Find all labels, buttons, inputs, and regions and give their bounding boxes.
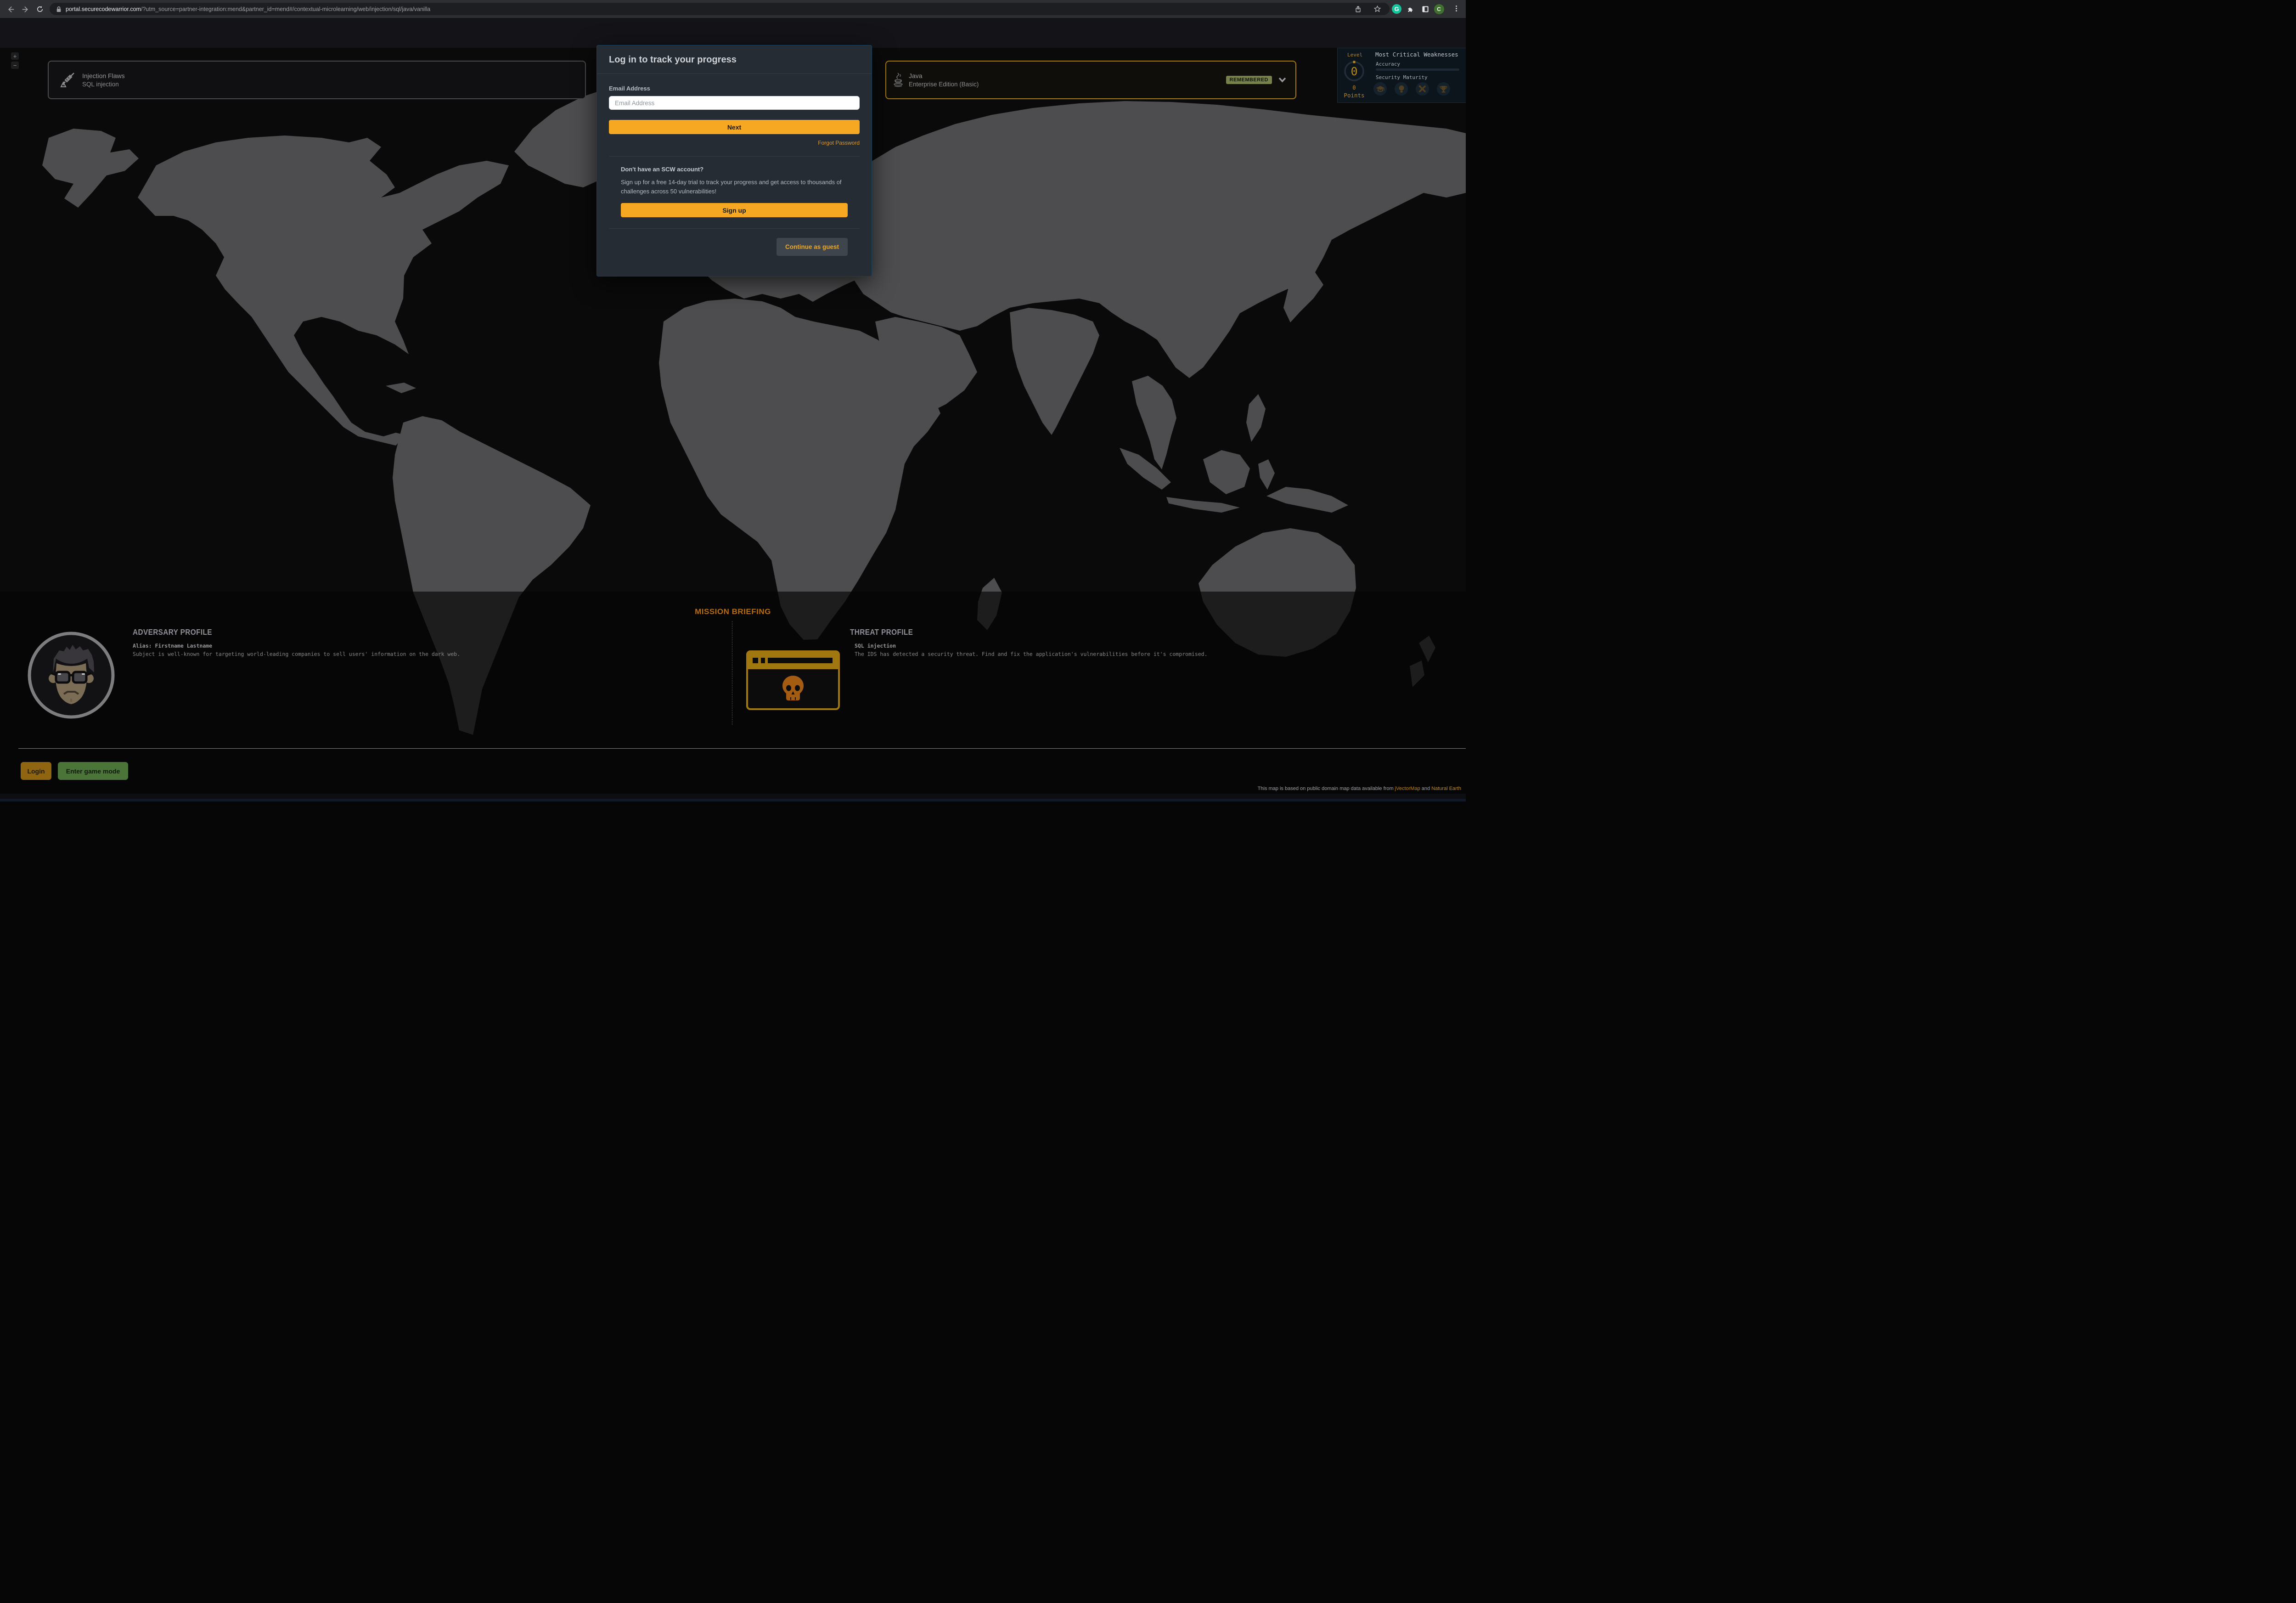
email-label: Email Address (609, 85, 860, 92)
browser-forward-button[interactable] (19, 3, 31, 15)
reload-icon (36, 6, 44, 13)
threat-icon (746, 650, 840, 712)
forward-arrow-icon (22, 6, 29, 13)
star-icon (1373, 5, 1381, 13)
login-button[interactable]: Login (21, 762, 51, 780)
back-arrow-icon (7, 6, 15, 13)
java-icon (893, 72, 903, 88)
footer-divider (18, 748, 1466, 749)
category-title: Injection Flaws (82, 72, 125, 80)
login-modal: Log in to track your progress Email Addr… (597, 45, 872, 277)
browser-menu-button[interactable] (1451, 4, 1462, 15)
share-icon (1355, 6, 1362, 13)
language-subtitle: Enterprise Edition (Basic) (909, 80, 979, 89)
threat-name: SQL injection (855, 643, 896, 649)
bookmark-button[interactable] (1372, 4, 1383, 14)
category-subtitle: SQL injection (82, 80, 125, 89)
extensions-button[interactable] (1405, 4, 1416, 14)
landmass-japan (1283, 265, 1323, 322)
maturity-badges (1373, 82, 1450, 96)
briefing-overlay (0, 592, 1466, 802)
browser-reload-button[interactable] (34, 3, 46, 15)
chevron-down-icon (1278, 77, 1286, 83)
lock-icon (56, 6, 62, 12)
url-bar[interactable]: portal.securecodewarrior.com/?utm_source… (50, 3, 1390, 15)
remembered-badge: REMEMBERED (1226, 76, 1272, 84)
page-header-band (0, 18, 1466, 48)
map-attribution: This map is based on public domain map d… (1258, 786, 1461, 791)
email-field[interactable] (609, 96, 860, 110)
landmass-sulawesi (1258, 459, 1275, 490)
maturity-label: Security Maturity (1376, 74, 1428, 80)
landmass-borneo (1203, 450, 1250, 494)
modal-title: Log in to track your progress (597, 45, 872, 74)
grammarly-icon: G (1392, 4, 1401, 14)
adversary-alias: Alias: Firstname Lastname (133, 643, 212, 649)
forgot-password-link[interactable]: Forgot Password (609, 140, 860, 146)
profile-avatar: C (1434, 4, 1444, 14)
adversary-avatar (26, 630, 116, 722)
category-panel[interactable]: Injection Flaws SQL injection (48, 61, 586, 99)
grammarly-extension-button[interactable]: G (1391, 4, 1402, 14)
mission-briefing-title: MISSION BRIEFING (0, 607, 1466, 616)
threat-description: The IDS has detected a security threat. … (855, 651, 1208, 657)
landmass-caribbean (386, 383, 416, 393)
footer-strip (0, 794, 1466, 799)
footer-strip-accent (0, 799, 1466, 802)
points-value: 0 (1338, 85, 1371, 91)
level-value: 0 (1351, 65, 1357, 78)
no-account-text: Don't have an SCW account? (621, 166, 848, 173)
level-label: Level (1347, 52, 1362, 58)
puzzle-icon (1407, 5, 1414, 13)
language-selector-panel[interactable]: Java Enterprise Edition (Basic) REMEMBER… (885, 61, 1296, 99)
continue-as-guest-button[interactable]: Continue as guest (777, 238, 848, 256)
trophy-icon (1437, 82, 1450, 96)
language-title: Java (909, 72, 979, 80)
side-panel-button[interactable] (1420, 4, 1430, 14)
lightbulb-icon (1395, 82, 1408, 96)
threat-heading: THREAT PROFILE (850, 627, 913, 637)
enter-game-mode-button[interactable]: Enter game mode (58, 762, 128, 780)
landmass-india (1010, 308, 1099, 435)
browser-profile-button[interactable]: C (1434, 4, 1444, 14)
scw-portal-page: portal.securecodewarrior.com/?utm_source… (0, 0, 1466, 802)
next-button[interactable]: Next (609, 120, 860, 134)
browser-back-button[interactable] (5, 3, 17, 15)
landmass-papua (1266, 487, 1348, 513)
map-zoom-out-button[interactable]: − (11, 62, 19, 69)
tools-icon (1416, 82, 1429, 96)
weaknesses-title: Most Critical Weaknesses (1375, 51, 1458, 58)
syringe-icon (60, 72, 75, 88)
level-ring: 0 (1343, 60, 1365, 82)
accuracy-progress-bar (1376, 68, 1459, 71)
jvectormap-link[interactable]: jVectorMap (1395, 786, 1420, 791)
graduation-cap-icon (1373, 82, 1387, 96)
adversary-description: Subject is well-known for targeting worl… (133, 651, 460, 657)
landmass-alaska (42, 129, 139, 208)
landmass-north-america (138, 135, 509, 446)
adversary-heading: ADVERSARY PROFILE (133, 627, 212, 637)
browser-toolbar: portal.securecodewarrior.com/?utm_source… (0, 0, 1466, 18)
natural-earth-link[interactable]: Natural Earth (1431, 786, 1461, 791)
landmass-java (1166, 497, 1240, 513)
sign-up-button[interactable]: Sign up (621, 203, 848, 217)
stats-panel: Level 0 0 Points Most Critical Weaknesse… (1337, 48, 1466, 103)
url-path: /?utm_source=partner-integration:mend&pa… (141, 6, 430, 12)
attribution-text: This map is based on public domain map d… (1258, 786, 1394, 791)
accuracy-label: Accuracy (1376, 61, 1400, 67)
url-host: portal.securecodewarrior.com (66, 6, 141, 12)
side-panel-icon (1422, 6, 1429, 13)
signup-text: Sign up for a free 14-day trial to track… (621, 178, 848, 196)
points-label: Points (1338, 92, 1371, 99)
landmass-philippines (1246, 394, 1266, 442)
share-button[interactable] (1353, 4, 1363, 14)
map-zoom-in-button[interactable]: + (11, 52, 19, 60)
